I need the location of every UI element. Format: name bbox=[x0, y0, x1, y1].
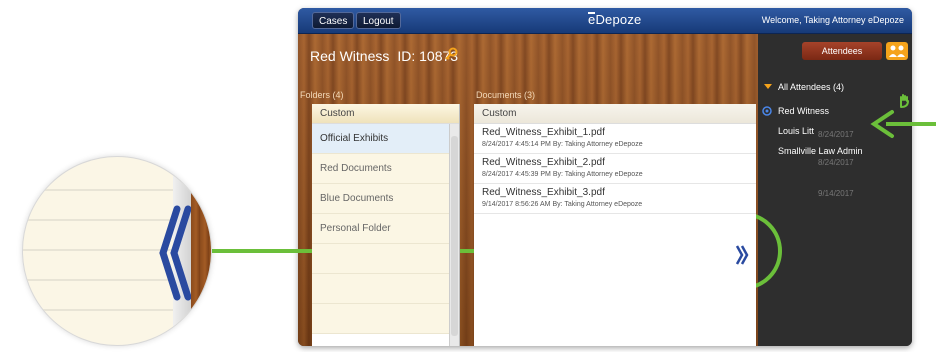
documents-sort-header[interactable]: Custom bbox=[474, 104, 756, 124]
documents-label: Documents (3) bbox=[476, 90, 536, 100]
document-row[interactable]: Red_Witness_Exhibit_2.pdf 8/24/2017 4:45… bbox=[474, 154, 756, 184]
folder-official-exhibits[interactable]: Official Exhibits bbox=[312, 124, 459, 154]
document-name: Red_Witness_Exhibit_2.pdf bbox=[482, 157, 605, 168]
document-meta: 8/24/2017 4:45:14 PM By: Taking Attorney… bbox=[482, 141, 643, 148]
folder-personal[interactable]: Personal Folder bbox=[312, 214, 459, 244]
key-icon[interactable] bbox=[444, 47, 458, 61]
folders-panel: Custom Official Exhibits Red Documents B… bbox=[312, 104, 460, 346]
document-name: Red_Witness_Exhibit_1.pdf bbox=[482, 127, 605, 138]
document-row[interactable]: Red_Witness_Exhibit_1.pdf 8/24/2017 4:45… bbox=[474, 124, 756, 154]
folders-label: Folders (4) bbox=[300, 90, 344, 100]
folders-sort-header[interactable]: Custom bbox=[312, 104, 459, 124]
folder-blue-documents[interactable]: Blue Documents bbox=[312, 184, 459, 214]
folder-red-documents[interactable]: Red Documents bbox=[312, 154, 459, 184]
document-meta: 9/14/2017 8:56:26 AM By: Taking Attorney… bbox=[482, 201, 643, 208]
folder-empty-row bbox=[312, 274, 459, 304]
case-title: Red Witness ID: 10873 bbox=[310, 48, 458, 64]
folders-scroll-thumb[interactable] bbox=[451, 136, 458, 336]
documents-panel: Custom Red_Witness_Exhibit_1.pdf 8/24/20… bbox=[474, 104, 756, 346]
tutorial-stage: Cases Logout eDepoze Welcome, Taking Att… bbox=[0, 0, 936, 352]
document-row[interactable]: Red_Witness_Exhibit_3.pdf 9/14/2017 8:56… bbox=[474, 184, 756, 214]
expand-panel-arrows-icon[interactable] bbox=[734, 244, 750, 266]
case-name: Red Witness bbox=[310, 48, 390, 64]
document-meta: 8/24/2017 4:45:39 PM By: Taking Attorney… bbox=[482, 171, 643, 178]
folder-empty-row bbox=[312, 244, 459, 274]
folder-empty-row bbox=[312, 304, 459, 334]
document-name: Red_Witness_Exhibit_3.pdf bbox=[482, 187, 605, 198]
annotation-overlay bbox=[212, 110, 936, 290]
folders-scrollbar[interactable] bbox=[449, 124, 459, 346]
